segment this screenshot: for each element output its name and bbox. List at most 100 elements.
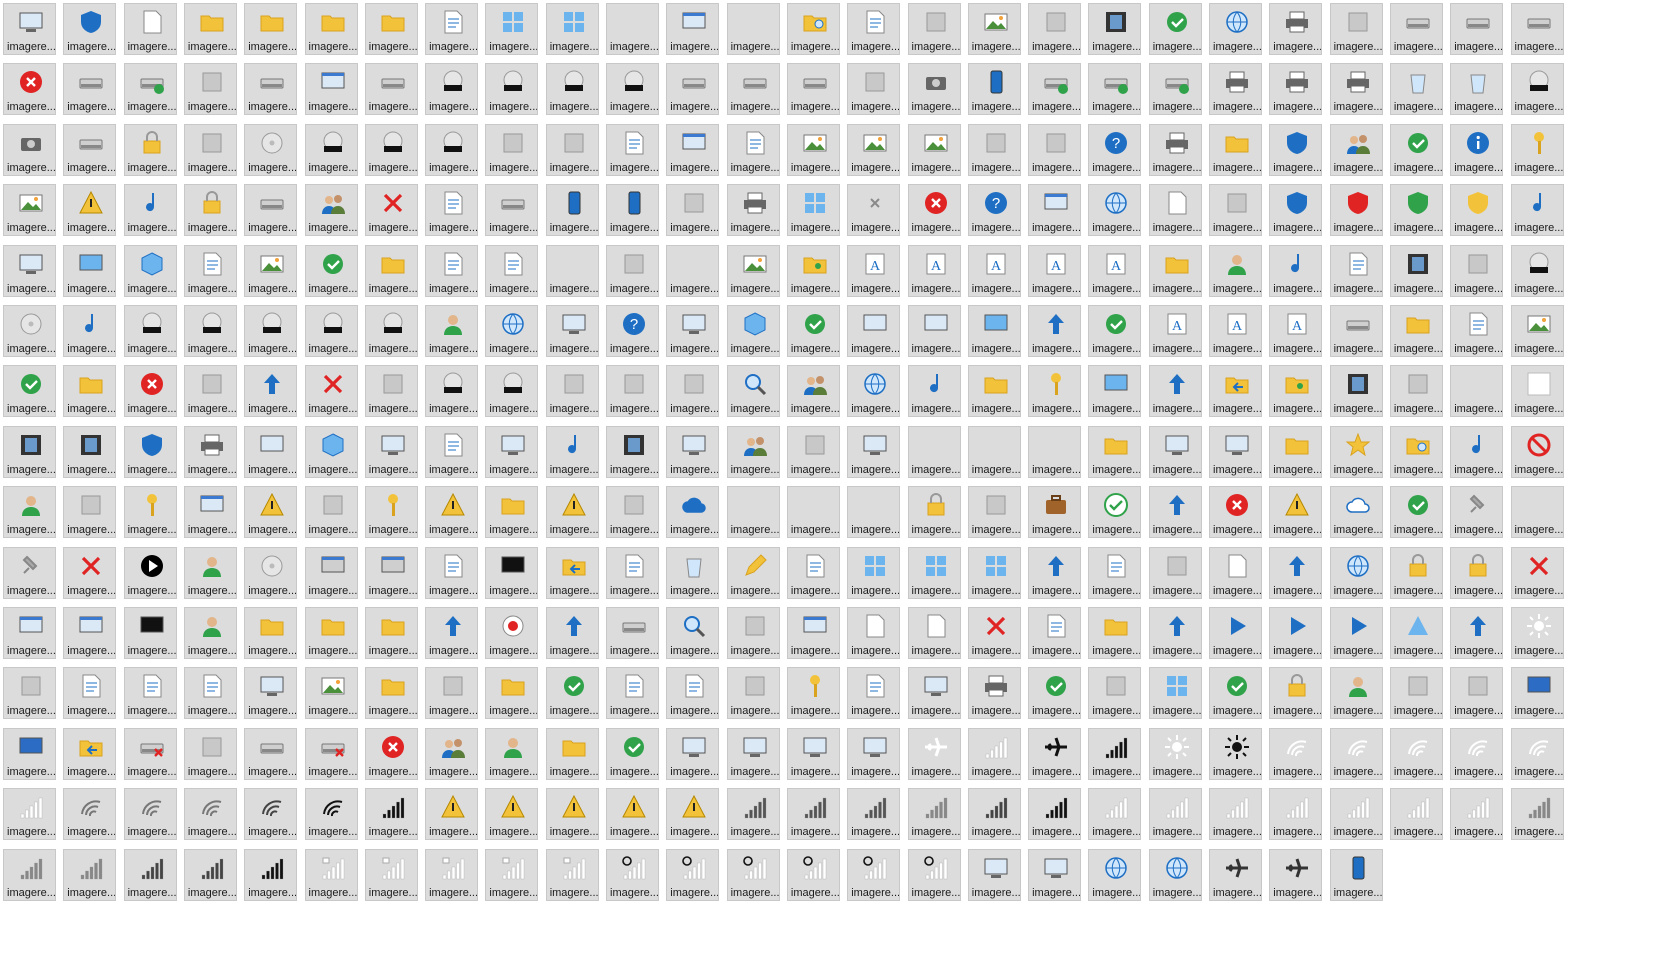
icon-tile[interactable]: imagere...	[726, 3, 780, 55]
icon-tile[interactable]: imagere...	[485, 3, 539, 55]
icon-tile[interactable]: imagere...	[1510, 607, 1564, 659]
icon-tile[interactable]: imagere...	[183, 365, 237, 418]
icon-tile[interactable]: imagere...	[847, 788, 901, 841]
icon-tile[interactable]: imagere...	[666, 788, 720, 841]
icon-tile[interactable]: imagere...	[666, 727, 720, 780]
icon-tile[interactable]: imagere...	[1510, 244, 1564, 297]
icon-tile[interactable]: imagere...	[244, 3, 298, 55]
icon-tile[interactable]: imagere...	[3, 727, 56, 780]
icon-tile[interactable]: imagere...	[967, 365, 1021, 418]
icon-tile[interactable]: imagere...	[1389, 425, 1443, 478]
icon-tile[interactable]: imagere...	[606, 123, 659, 176]
icon-tile[interactable]: imagere...	[183, 788, 237, 841]
icon-tile[interactable]: imagere...	[1269, 667, 1323, 720]
icon-tile[interactable]: imagere...	[1510, 184, 1564, 237]
icon-tile[interactable]: imagere...	[1148, 3, 1202, 55]
icon-tile[interactable]: imagere...	[1450, 184, 1504, 237]
icon-tile[interactable]: imagere...	[847, 546, 901, 599]
icon-tile[interactable]: imagere...	[1389, 365, 1443, 418]
icon-tile[interactable]: imagere...	[666, 365, 720, 418]
icon-tile[interactable]: Aimagere...	[1088, 244, 1142, 297]
icon-tile[interactable]: imagere...	[3, 244, 56, 297]
icon-tile[interactable]: imagere...	[726, 365, 780, 418]
icon-tile[interactable]: imagere...	[1269, 244, 1323, 297]
icon-tile[interactable]: imagere...	[967, 305, 1021, 357]
icon-tile[interactable]: imagere...	[786, 607, 840, 659]
icon-tile[interactable]: imagere...	[244, 848, 298, 901]
icon-tile[interactable]: imagere...	[364, 184, 418, 237]
icon-tile[interactable]: imagere...	[1028, 607, 1082, 659]
icon-tile[interactable]: imagere...	[3, 425, 56, 478]
icon-tile[interactable]: imagere...	[244, 546, 298, 599]
icon-tile[interactable]: imagere...	[967, 727, 1021, 780]
icon-tile[interactable]: imagere...	[1028, 365, 1082, 418]
icon-tile[interactable]: imagere...	[1209, 546, 1262, 599]
icon-tile[interactable]: imagere...	[606, 3, 659, 55]
icon-tile[interactable]: imagere...	[485, 667, 539, 720]
icon-tile[interactable]: imagere...	[304, 184, 358, 237]
icon-tile[interactable]: imagere...	[63, 727, 117, 780]
icon-tile[interactable]: imagere...	[304, 607, 358, 659]
icon-tile[interactable]: imagere...	[304, 425, 358, 478]
icon-tile[interactable]: imagere...	[304, 788, 358, 841]
icon-tile[interactable]: imagere...	[304, 365, 358, 418]
icon-tile[interactable]: imagere...	[1269, 788, 1323, 841]
icon-tile[interactable]: imagere...	[63, 607, 117, 659]
icon-tile[interactable]: imagere...	[666, 425, 720, 478]
icon-tile[interactable]: imagere...	[1088, 727, 1142, 780]
icon-tile[interactable]: imagere...	[1148, 365, 1202, 418]
icon-tile[interactable]: imagere...	[786, 123, 840, 176]
icon-tile[interactable]: imagere...	[425, 63, 479, 116]
icon-tile[interactable]: imagere...	[1450, 727, 1504, 780]
icon-tile[interactable]: imagere...	[244, 486, 298, 539]
icon-tile[interactable]: imagere...	[967, 848, 1021, 901]
icon-tile[interactable]: imagere...	[967, 546, 1021, 599]
icon-tile[interactable]: imagere...	[907, 667, 961, 720]
icon-tile[interactable]: imagere...	[545, 365, 599, 418]
icon-tile[interactable]: imagere...	[786, 365, 840, 418]
icon-tile[interactable]: imagere...	[425, 3, 479, 55]
icon-tile[interactable]: Aimagere...	[907, 244, 961, 297]
icon-tile[interactable]: imagere...	[786, 848, 840, 901]
icon-tile[interactable]: imagere...	[1329, 305, 1383, 357]
icon-tile[interactable]: imagere...	[3, 63, 56, 116]
icon-tile[interactable]: imagere...	[425, 244, 479, 297]
icon-tile[interactable]: imagere...	[907, 365, 961, 418]
icon-tile[interactable]: imagere...	[63, 667, 117, 720]
icon-tile[interactable]: imagere...	[364, 3, 418, 55]
icon-tile[interactable]: imagere...	[183, 3, 237, 55]
icon-tile[interactable]: imagere...	[304, 546, 358, 599]
icon-tile[interactable]: imagere...	[485, 305, 539, 357]
icon-tile[interactable]: imagere...	[485, 425, 539, 478]
icon-tile[interactable]: imagere...	[1510, 305, 1564, 357]
icon-tile[interactable]: imagere...	[1450, 123, 1504, 176]
icon-tile[interactable]: imagere...	[545, 486, 599, 539]
icon-tile[interactable]: imagere...	[1088, 365, 1142, 418]
icon-tile[interactable]: imagere...	[485, 607, 539, 659]
icon-tile[interactable]: imagere...	[244, 607, 298, 659]
icon-tile[interactable]: imagere...	[847, 365, 901, 418]
icon-tile[interactable]: imagere...	[304, 3, 358, 55]
icon-tile[interactable]: imagere...	[364, 607, 418, 659]
icon-tile[interactable]: imagere...	[485, 486, 539, 539]
icon-tile[interactable]: imagere...	[1510, 667, 1564, 720]
icon-tile[interactable]: imagere...	[123, 667, 177, 720]
icon-tile[interactable]: imagere...	[1088, 667, 1142, 720]
icon-tile[interactable]: imagere...	[847, 727, 901, 780]
icon-tile[interactable]: imagere...	[1209, 727, 1262, 780]
icon-tile[interactable]: imagere...	[606, 244, 659, 297]
icon-tile[interactable]: ? imagere...	[1088, 123, 1142, 176]
icon-tile[interactable]: imagere...	[1148, 184, 1202, 237]
icon-tile[interactable]: imagere...	[244, 365, 298, 418]
icon-tile[interactable]: imagere...	[425, 123, 479, 176]
icon-tile[interactable]: imagere...	[847, 63, 901, 116]
icon-tile[interactable]: imagere...	[3, 3, 56, 55]
icon-tile[interactable]: imagere...	[1148, 123, 1202, 176]
icon-tile[interactable]: imagere...	[1510, 486, 1564, 539]
icon-tile[interactable]: imagere...	[786, 305, 840, 357]
icon-tile[interactable]: imagere...	[606, 425, 659, 478]
icon-tile[interactable]: imagere...	[364, 305, 418, 357]
icon-tile[interactable]: imagere...	[183, 305, 237, 357]
icon-tile[interactable]: imagere...	[63, 184, 117, 237]
icon-tile[interactable]: imagere...	[1329, 607, 1383, 659]
